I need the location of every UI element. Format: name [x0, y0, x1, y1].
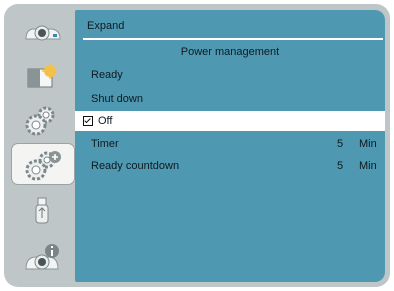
setting-label: Ready countdown: [91, 160, 180, 172]
option-label: Ready: [91, 69, 123, 81]
option-off[interactable]: Off: [75, 111, 385, 131]
info-icon: [25, 244, 59, 270]
usb-icon: [35, 197, 49, 224]
sidebar-item-settings[interactable]: [12, 102, 72, 138]
image-adjust-icon: [27, 63, 58, 88]
tab-underline: [83, 38, 383, 40]
setting-ready-countdown[interactable]: Ready countdown 5 Min: [75, 156, 385, 176]
setting-value: 5: [337, 138, 344, 150]
option-shut-down[interactable]: Shut down: [75, 89, 385, 109]
checkbox-checked-icon: [83, 116, 93, 126]
setting-timer[interactable]: Timer 5 Min: [75, 134, 385, 154]
display-icon: [25, 25, 61, 41]
setting-label: Timer: [91, 138, 119, 150]
tab-expand[interactable]: Expand: [87, 20, 124, 32]
setting-value: 5: [337, 160, 344, 172]
sidebar: [12, 10, 74, 284]
option-label: Shut down: [91, 93, 143, 105]
option-ready[interactable]: Ready: [75, 65, 385, 85]
sidebar-item-display[interactable]: [12, 14, 72, 50]
setting-unit: Min: [359, 138, 377, 150]
expand-settings-icon: [25, 151, 61, 181]
option-label: Off: [98, 115, 113, 127]
sidebar-item-image[interactable]: [12, 60, 72, 96]
sidebar-item-usb[interactable]: [12, 194, 72, 230]
setting-unit: Min: [359, 160, 377, 172]
settings-gear-icon: [25, 106, 55, 136]
section-heading: Power management: [180, 46, 280, 58]
main-panel: Expand Power management Ready Shut down …: [75, 10, 385, 282]
sidebar-item-info[interactable]: [12, 240, 72, 276]
sidebar-item-expand[interactable]: [12, 144, 74, 184]
